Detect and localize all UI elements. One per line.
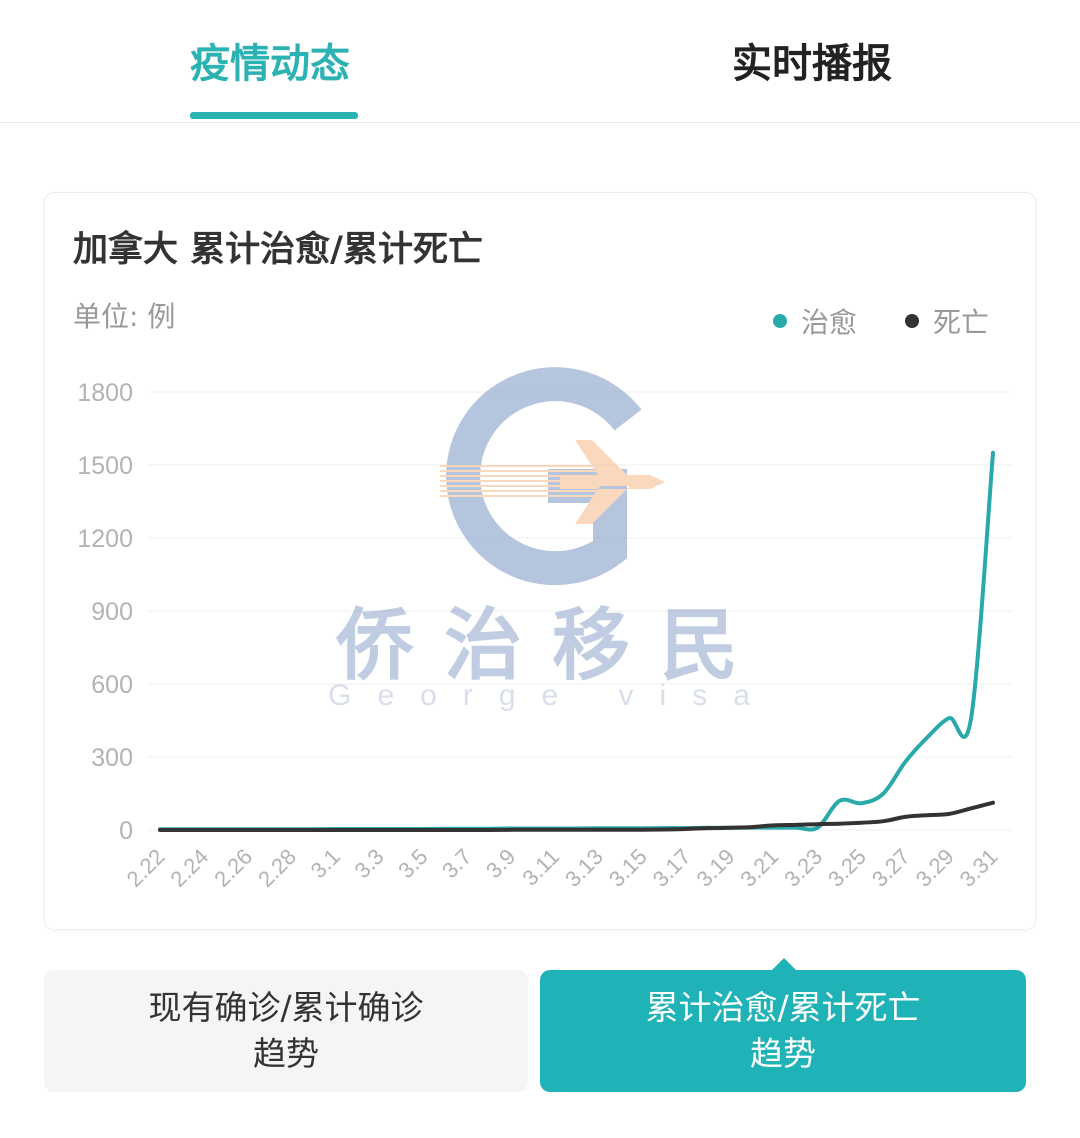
confirmed-trend-label: 现有确诊/累计确诊 趋势 (148, 985, 423, 1077)
confirmed-trend-line1: 现有确诊/累计确诊 (148, 988, 424, 1027)
x-tick-label: 3.31 (955, 844, 1003, 892)
y-tick-label: 300 (91, 744, 133, 772)
x-tick-label: 3.15 (604, 844, 652, 892)
watermark-name: 侨治移民 (335, 601, 768, 691)
x-tick-label: 3.29 (911, 844, 959, 892)
x-tick-label: 3.25 (823, 844, 871, 892)
x-tick-label: 2.24 (165, 844, 213, 892)
x-tick-label: 3.21 (735, 844, 783, 892)
x-tick-label: 3.13 (560, 844, 608, 892)
x-tick-label: 3.5 (393, 844, 432, 883)
x-tick-label: 3.19 (692, 844, 740, 892)
y-tick-label: 1500 (77, 452, 133, 480)
x-tick-label: 2.28 (253, 844, 301, 892)
y-tick-label: 900 (91, 598, 133, 626)
x-tick-label: 3.23 (779, 844, 827, 892)
cured-death-trend-label: 累计治愈/累计死亡 趋势 (645, 985, 920, 1077)
watermark: 侨治移民George visa (328, 367, 776, 712)
cured-death-trend-line1: 累计治愈/累计死亡 (645, 988, 921, 1027)
cured-death-trend-line2: 趋势 (750, 1034, 816, 1073)
x-tick-label: 2.26 (209, 844, 257, 892)
x-tick-label: 3.17 (648, 844, 696, 892)
confirmed-trend-line2: 趋势 (253, 1034, 319, 1073)
x-tick-label: 2.22 (122, 844, 170, 892)
y-tick-label: 1200 (77, 525, 133, 553)
line-chart: 03006009001200150018002.222.242.262.28 3.… (77, 367, 1012, 892)
x-tick-label: 3.27 (867, 844, 915, 892)
x-tick-label: 3.1 (306, 844, 345, 883)
x-tick-label: 3.11 (517, 844, 564, 891)
y-tick-label: 0 (119, 817, 133, 845)
watermark-subtitle: George visa (328, 679, 776, 712)
y-tick-label: 600 (91, 671, 133, 699)
x-tick-label: 3.3 (349, 844, 388, 883)
death-series-line (158, 800, 995, 832)
x-tick-label: 3.9 (481, 844, 520, 883)
y-tick-label: 1800 (77, 379, 133, 407)
x-tick-label: 3.7 (437, 844, 476, 883)
confirmed-trend-button[interactable]: 现有确诊/累计确诊 趋势 (44, 970, 528, 1092)
cured-death-trend-button[interactable]: 累计治愈/累计死亡 趋势 (540, 970, 1026, 1092)
